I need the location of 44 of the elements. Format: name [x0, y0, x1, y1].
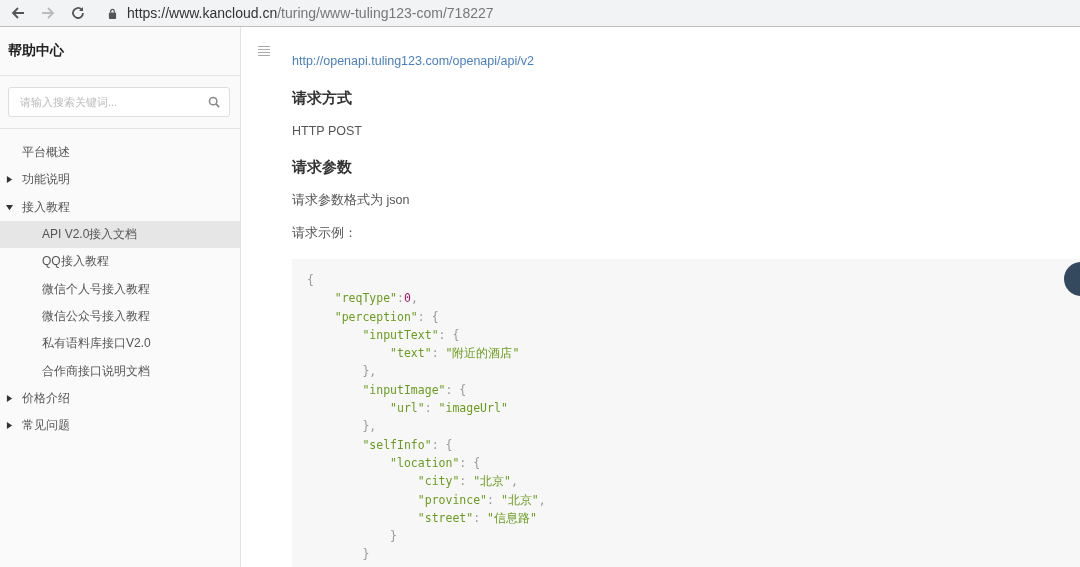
caret-icon[interactable] — [6, 422, 13, 430]
code-line: } — [389, 528, 398, 546]
nav-item[interactable]: API V2.0接入文档 — [0, 220, 240, 249]
code-line: }, — [361, 363, 378, 381]
paragraph: HTTP POST — [292, 123, 363, 140]
sidebar-title: 帮助中心 — [8, 42, 64, 60]
section-heading: 请求参数 — [292, 157, 353, 177]
code-line: "street": "信息路" — [416, 509, 538, 527]
nav-item[interactable]: 微信公众号接入教程 — [0, 302, 240, 331]
back-icon[interactable] — [10, 5, 26, 21]
nav-item[interactable]: 常见问题 — [0, 411, 240, 440]
code-line: "inputImage": { — [361, 381, 468, 399]
url-text: https://www.kancloud.cn/turing/www-tuling123-com/718227 — [127, 5, 494, 21]
section-heading: 请求方式 — [292, 88, 353, 108]
paragraph: 请求参数格式为 json — [292, 192, 411, 209]
code-line: "perception": { — [333, 308, 440, 326]
code-line: }, — [361, 418, 378, 436]
nav-item[interactable]: 功能说明 — [0, 166, 240, 194]
code-line: } — [361, 546, 371, 564]
code-line: "inputText": { — [361, 326, 461, 344]
paragraph: 请求示例： — [292, 225, 358, 242]
caret-icon[interactable] — [6, 176, 13, 184]
code-line: "location": { — [389, 454, 482, 472]
lock-icon — [108, 7, 117, 19]
nav-item[interactable]: 价格介绍 — [0, 384, 240, 412]
code-line: "text": "附近的酒店" — [389, 345, 521, 363]
search-field[interactable]: 请输入搜索关键词... — [8, 87, 230, 117]
nav-item[interactable]: 平台概述 — [0, 139, 240, 167]
reload-icon[interactable] — [70, 5, 86, 21]
api-link[interactable]: http://openapi.tuling123.com/openapi/api/v2 — [292, 51, 1080, 71]
caret-icon[interactable] — [6, 203, 13, 211]
code-line: "province": "北京", — [416, 491, 547, 509]
code-line: "selfInfo": { — [361, 436, 454, 454]
code-line: { — [307, 272, 315, 289]
code-line: "reqType":0, — [333, 290, 419, 308]
nav-item[interactable]: 接入教程 — [0, 193, 240, 221]
search-icon[interactable] — [208, 96, 220, 108]
nav-item[interactable]: QQ接入教程 — [0, 248, 240, 276]
caret-icon[interactable] — [6, 394, 13, 402]
nav-item[interactable]: 微信个人号接入教程 — [0, 275, 240, 303]
code-line: "city": "北京", — [416, 473, 519, 491]
nav-item[interactable]: 合作商接口说明文档 — [0, 357, 240, 385]
code-line: "url": "imageUrl" — [389, 400, 509, 418]
nav-item[interactable]: 私有语料库接口V2.0 — [0, 330, 240, 358]
